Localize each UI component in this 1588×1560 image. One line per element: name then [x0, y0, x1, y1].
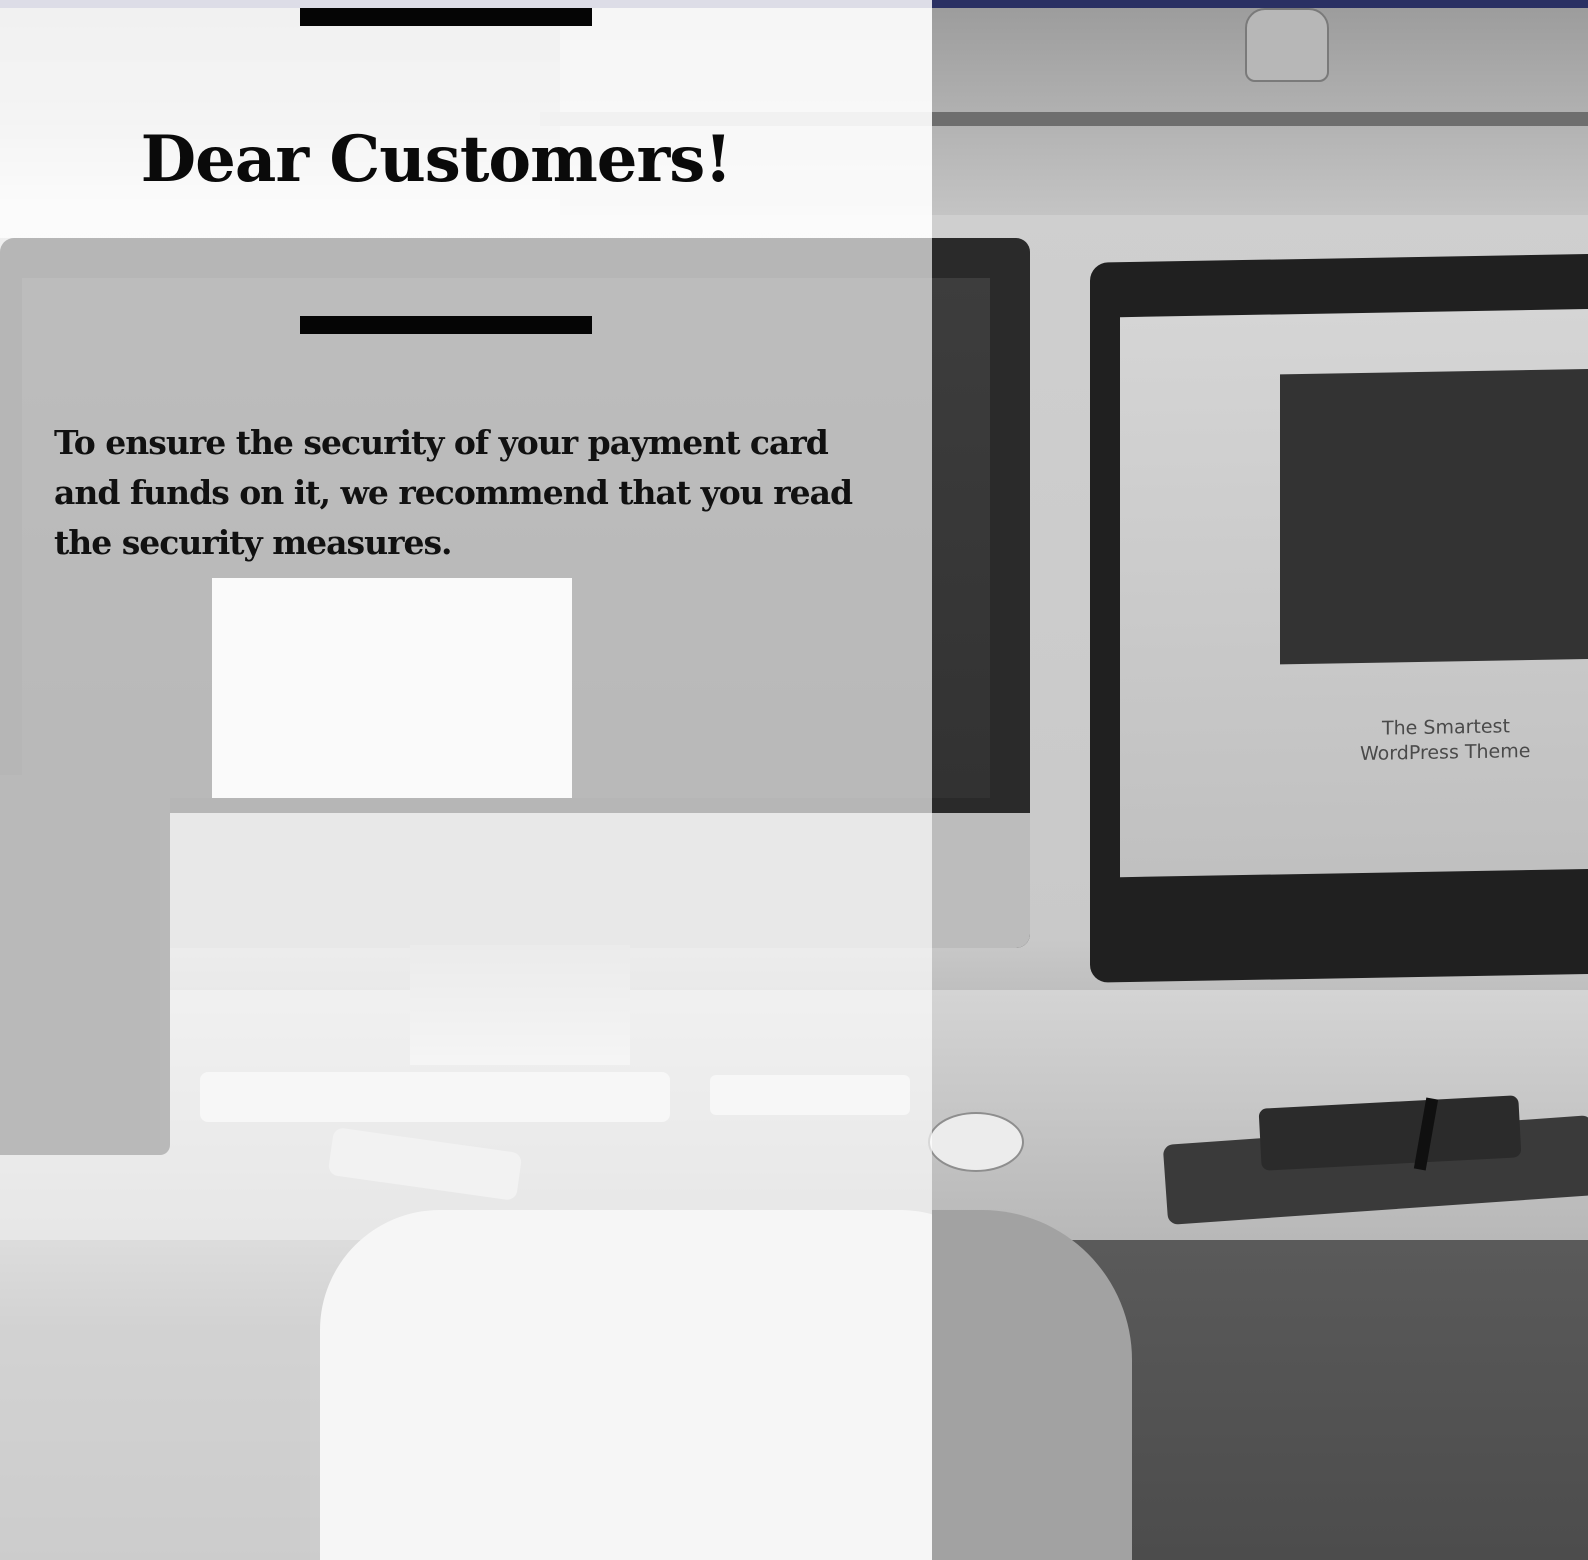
right-monitor-screen: The Smartest WordPress Theme — [1120, 308, 1588, 878]
window-handle — [1245, 8, 1329, 82]
bottom-divider — [300, 316, 592, 334]
security-message: To ensure the security of your payment c… — [54, 423, 853, 562]
top-bar-right — [932, 0, 1588, 8]
right-monitor-text-line1: The Smartest — [1382, 715, 1510, 740]
right-monitor: The Smartest WordPress Theme — [1090, 253, 1588, 983]
right-monitor-hero-image — [1280, 368, 1588, 665]
top-divider — [300, 8, 592, 26]
right-monitor-text-line2: WordPress Theme — [1360, 740, 1531, 765]
top-bar-left — [0, 0, 932, 8]
mouse — [928, 1112, 1024, 1172]
page-title: Dear Customers! — [140, 122, 733, 197]
notice-content: Dear Customers! To ensure the security o… — [0, 0, 932, 1560]
notice-page: The Smartest WordPress Theme Dear Custom… — [0, 0, 1588, 1560]
